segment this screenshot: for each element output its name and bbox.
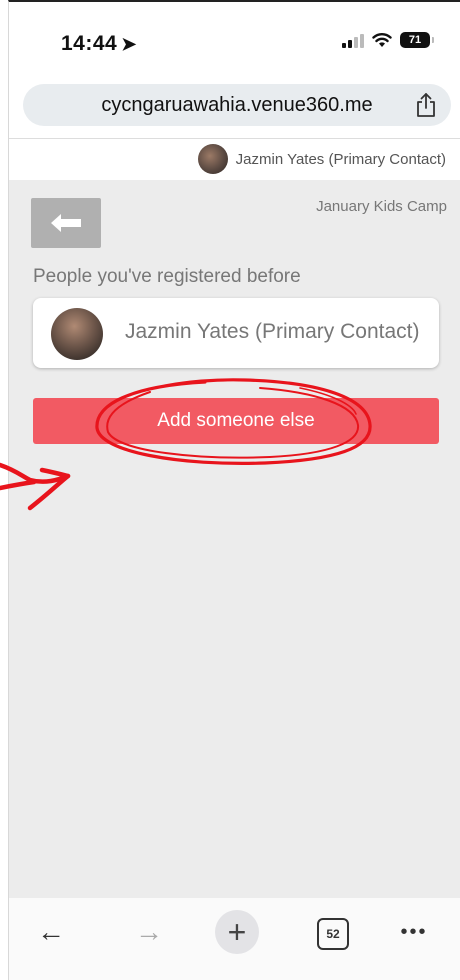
add-someone-else-button[interactable]: Add someone else (33, 398, 439, 444)
back-button[interactable] (31, 198, 101, 248)
url-text[interactable]: cycngaruawahia.venue360.me (23, 94, 451, 117)
forward-arrow-icon[interactable]: → (129, 912, 169, 952)
status-time: 14:44 ➤ (61, 32, 137, 56)
main-content: January Kids Camp People you've register… (9, 180, 460, 898)
person-name: Jazmin Yates (Primary Contact) (125, 320, 420, 343)
avatar (197, 144, 228, 174)
divider (9, 138, 460, 139)
clock-text: 14:44 (61, 32, 118, 55)
avatar (51, 308, 103, 360)
status-icons: 71 (342, 32, 434, 48)
tab-count: 52 (326, 927, 340, 941)
more-dots-icon[interactable]: ••• (389, 912, 439, 952)
new-tab-plus-icon[interactable]: + (215, 910, 259, 954)
event-title: January Kids Camp (316, 198, 447, 215)
person-card[interactable]: Jazmin Yates (Primary Contact) (33, 298, 439, 368)
battery-icon: 71 (400, 32, 434, 48)
arrow-left-icon (51, 214, 81, 232)
tabs-button[interactable]: 52 (317, 918, 349, 950)
contact-name[interactable]: Jazmin Yates (Primary Contact) (236, 151, 446, 168)
section-label: People you've registered before (33, 266, 301, 287)
battery-level: 71 (408, 34, 422, 46)
share-icon[interactable] (415, 92, 437, 118)
browser-toolbar: ← → + 52 ••• (9, 898, 460, 980)
back-arrow-icon[interactable]: ← (31, 912, 71, 952)
contact-header[interactable]: Jazmin Yates (Primary Contact) (197, 144, 446, 174)
cellular-signal-icon (342, 32, 364, 48)
phone-screen: 14:44 ➤ 71 cycngaruawahia.venue360.me Jaz… (8, 0, 460, 980)
location-arrow-icon: ➤ (121, 34, 137, 54)
wifi-icon (372, 33, 392, 47)
address-bar[interactable]: cycngaruawahia.venue360.me (23, 84, 451, 126)
